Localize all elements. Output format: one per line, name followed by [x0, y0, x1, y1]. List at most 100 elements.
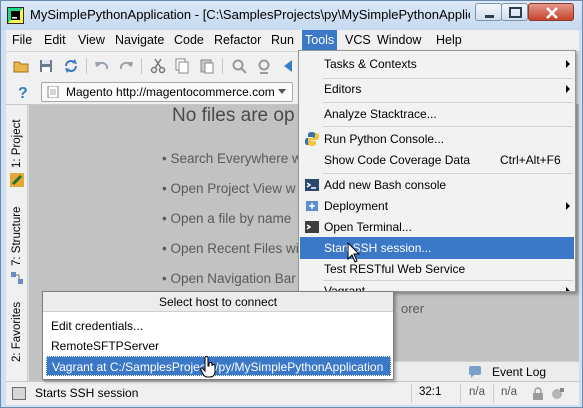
tab-project[interactable]: 1: Project: [8, 115, 26, 173]
undo-icon[interactable]: [93, 57, 111, 75]
window-title: MySimplePythonApplication - [C:\SamplesP…: [30, 7, 470, 22]
server-selector[interactable]: Magento http://magentocommerce.com: [41, 82, 293, 102]
status-divider: [493, 384, 494, 403]
menu-code[interactable]: Code: [174, 33, 204, 47]
hint-recent-files: • Open Recent Files wi: [162, 241, 299, 256]
menu-item-tasks-contexts[interactable]: Tasks & Contexts: [300, 53, 574, 75]
event-log-bar: Event Log: [386, 361, 579, 381]
menu-file[interactable]: File: [12, 33, 32, 47]
hand-cursor-icon: [200, 356, 216, 378]
menu-item-open-terminal[interactable]: Open Terminal...: [300, 216, 574, 238]
project-tool-icon[interactable]: [10, 173, 24, 187]
pycharm-app-icon: [7, 7, 24, 24]
toolbar-divider: [141, 58, 142, 74]
menu-window[interactable]: Window: [377, 33, 421, 47]
menu-item-label: Editors: [324, 82, 362, 96]
terminal-icon: [305, 221, 319, 233]
encoding-status[interactable]: n/a: [501, 386, 517, 398]
menu-item-add-bash-console[interactable]: Add new Bash console: [300, 174, 574, 196]
line-separator-status[interactable]: n/a: [469, 386, 485, 398]
popup-title: Select host to connect: [43, 292, 393, 312]
arrow-cursor-icon: [347, 242, 361, 263]
menu-item-run-python-console[interactable]: Run Python Console...: [300, 128, 574, 150]
event-log-icon[interactable]: [468, 365, 482, 379]
menu-item-deployment[interactable]: Deployment: [300, 195, 574, 217]
hint-project-view: • Open Project View w: [162, 181, 296, 196]
redo-icon[interactable]: [117, 57, 135, 75]
close-icon: [546, 7, 558, 19]
title-bar: MySimplePythonApplication - [C:\SamplesP…: [1, 1, 582, 30]
deployment-icon: [306, 201, 318, 211]
menu-divider: [323, 126, 573, 127]
menu-refactor[interactable]: Refactor: [214, 33, 261, 47]
host-item-remote-sftp[interactable]: RemoteSFTPServer: [46, 336, 391, 356]
menu-navigate[interactable]: Navigate: [115, 33, 164, 47]
menu-item-start-ssh-session[interactable]: Start SSH session...: [300, 237, 574, 259]
menu-item-test-restful[interactable]: Test RESTful Web Service: [300, 258, 574, 280]
help-icon[interactable]: ?: [14, 83, 32, 101]
hint-open-file: • Open a file by name: [162, 211, 292, 226]
menu-edit[interactable]: Edit: [44, 33, 66, 47]
tab-favorites[interactable]: 2: Favorites: [8, 297, 26, 367]
tool-windows-toggle-icon[interactable]: [12, 387, 26, 400]
svg-text:?: ?: [18, 85, 28, 101]
minimize-icon: [485, 15, 494, 18]
sync-icon[interactable]: [62, 57, 80, 75]
find-icon[interactable]: [230, 57, 248, 75]
submenu-arrow-icon: [566, 60, 570, 68]
python-icon: [305, 132, 319, 146]
document-icon: [47, 86, 59, 98]
inspector-icon[interactable]: [551, 387, 565, 400]
select-host-popup: Select host to connect Edit credentials.…: [42, 291, 394, 380]
menu-tools[interactable]: Tools: [302, 30, 338, 52]
tab-structure[interactable]: 7: Structure: [8, 201, 26, 271]
menu-item-label: Deployment: [324, 199, 389, 213]
tools-dropdown-menu: Tasks & Contexts Editors Analyze Stacktr…: [298, 50, 576, 292]
menu-item-show-code-coverage[interactable]: Show Code Coverage Data Ctrl+Alt+F6: [300, 149, 574, 171]
menu-help[interactable]: Help: [436, 33, 462, 47]
close-button[interactable]: [528, 3, 574, 21]
open-folder-icon[interactable]: [12, 57, 30, 75]
menu-item-label: Run Python Console...: [324, 132, 445, 146]
ide-window: MySimplePythonApplication - [C:\SamplesP…: [0, 0, 583, 408]
status-divider: [460, 384, 461, 403]
paste-icon[interactable]: [198, 57, 216, 75]
server-label: Magento http://magentocommerce.com: [66, 85, 275, 99]
menu-item-editors[interactable]: Editors: [300, 78, 574, 100]
menu-bar: File Edit View Navigate Code Refactor Ru…: [6, 30, 579, 52]
status-bar: Starts SSH session 32:1 n/a n/a: [6, 381, 579, 405]
status-message: Starts SSH session: [35, 386, 139, 400]
menu-vcs[interactable]: VCS: [345, 33, 371, 47]
copy-icon[interactable]: [173, 57, 191, 75]
menu-item-shortcut: Ctrl+Alt+F6: [500, 153, 561, 167]
submenu-arrow-icon: [566, 85, 570, 93]
structure-tool-icon[interactable]: [10, 271, 24, 285]
minimize-button[interactable]: [475, 3, 502, 21]
host-item-vagrant[interactable]: Vagrant at C:/SamplesProjects/py/MySimpl…: [46, 356, 391, 376]
toolbar-divider: [222, 58, 223, 74]
hint-tail-text: orer: [401, 301, 425, 316]
replace-icon[interactable]: [255, 57, 273, 75]
event-log-label[interactable]: Event Log: [492, 365, 546, 379]
host-item-label: RemoteSFTPServer: [51, 339, 160, 353]
menu-item-label: Tasks & Contexts: [324, 57, 417, 71]
submenu-arrow-icon: [566, 287, 570, 291]
toolbar-divider: [86, 58, 87, 74]
maximize-button[interactable]: [501, 3, 528, 21]
menu-run[interactable]: Run: [271, 33, 294, 47]
cut-icon[interactable]: [149, 57, 167, 75]
host-item-label: Vagrant at C:/SamplesProjects/py/MySimpl…: [52, 360, 384, 374]
chevron-down-icon: [278, 89, 286, 94]
maximize-icon: [509, 7, 522, 18]
hint-search-everywhere: • Search Everywhere w: [162, 151, 302, 166]
submenu-arrow-icon: [566, 202, 570, 210]
menu-view[interactable]: View: [78, 33, 105, 47]
menu-item-analyze-stacktrace[interactable]: Analyze Stacktrace...: [300, 103, 574, 125]
caret-position[interactable]: 32:1: [419, 386, 441, 398]
host-item-label: Edit credentials...: [51, 319, 144, 333]
save-icon[interactable]: [37, 57, 55, 75]
lock-icon[interactable]: [532, 387, 544, 400]
back-icon[interactable]: [281, 57, 299, 75]
menu-item-label: Analyze Stacktrace...: [324, 107, 437, 121]
host-item-edit-credentials[interactable]: Edit credentials...: [46, 316, 391, 336]
